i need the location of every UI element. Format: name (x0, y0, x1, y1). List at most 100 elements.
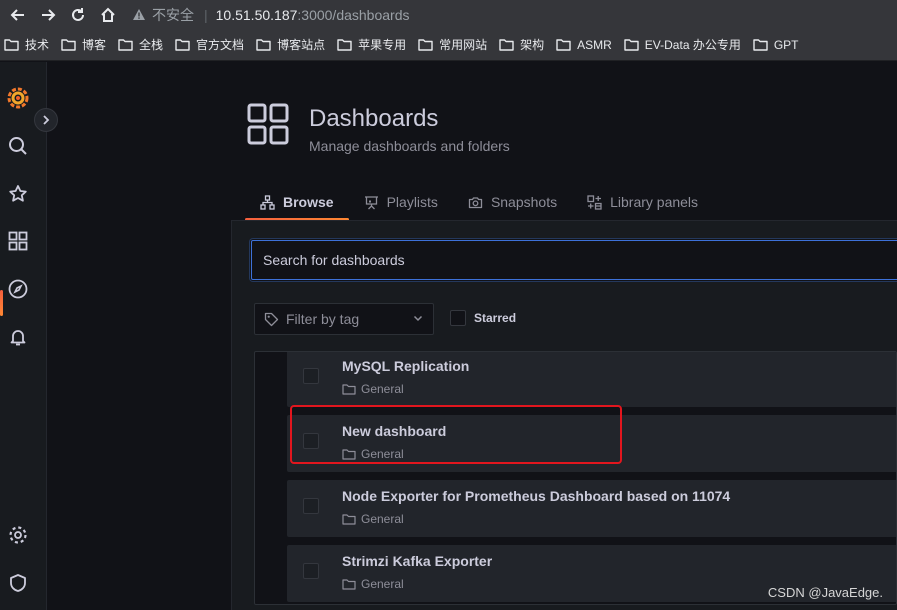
bookmark-item[interactable]: EV-Data 办公专用 (624, 36, 741, 53)
folder-icon (418, 39, 433, 51)
search-placeholder: Search for dashboards (263, 252, 405, 268)
bookmark-label: 博客站点 (277, 38, 326, 52)
row-checkbox[interactable] (303, 498, 319, 514)
camera-icon (468, 196, 483, 208)
search-icon[interactable] (6, 134, 30, 158)
starred-label: Starred (474, 311, 517, 325)
bookmark-label: 苹果专用 (358, 38, 407, 52)
folder-icon (337, 39, 352, 51)
bookmark-item[interactable]: 常用网站 (418, 36, 487, 53)
folder-icon (256, 39, 271, 51)
bookmarks-bar: 技术 博客 全栈 官方文档 博客站点 苹果专用 常用网站 架构 ASMR EV-Data 办公专用… (0, 29, 897, 61)
dashboard-title[interactable]: Strimzi Kafka Exporter (342, 553, 492, 569)
folder-icon (556, 39, 571, 51)
bookmark-item[interactable]: 博客站点 (256, 36, 325, 53)
main-content: Dashboards Manage dashboards and folders… (47, 62, 897, 610)
tab-bar: Browse Playlists Snapshots Library panel… (245, 184, 713, 221)
page-title: Dashboards (309, 105, 439, 132)
folder-label: General (361, 577, 404, 591)
browser-address-bar: 不安全 | 10.51.50.187:3000/dashboards (0, 0, 897, 29)
compass-icon[interactable] (6, 277, 30, 301)
dashboard-folder: General (342, 512, 404, 526)
chevron-right-icon (43, 115, 50, 125)
tab-label: Browse (283, 194, 334, 210)
url-host: 10.51.50.187 (215, 6, 298, 23)
bookmark-label: 技术 (25, 38, 50, 52)
bookmark-label: EV-Data 办公专用 (644, 38, 741, 52)
tab-label: Playlists (386, 194, 438, 210)
bookmark-item[interactable]: GPT (753, 38, 799, 52)
dashboard-title[interactable]: MySQL Replication (342, 358, 469, 374)
security-warning[interactable]: 不安全 (132, 5, 194, 25)
bookmark-item[interactable]: 博客 (61, 36, 106, 53)
grafana-sidemenu (0, 62, 47, 610)
tag-filter-placeholder: Filter by tag (286, 311, 360, 327)
bookmark-label: 博客 (82, 38, 107, 52)
grafana-logo-icon[interactable] (6, 86, 30, 110)
url-path: :3000/dashboards (297, 6, 410, 23)
gear-icon[interactable] (6, 523, 30, 547)
dashboard-folder: General (342, 577, 404, 591)
bookmark-label: 全栈 (139, 38, 164, 52)
bookmark-item[interactable]: 全栈 (118, 36, 163, 53)
starred-checkbox[interactable] (450, 310, 466, 326)
folder-label: General (361, 512, 404, 526)
row-checkbox[interactable] (303, 368, 319, 384)
shield-icon[interactable] (6, 571, 30, 595)
bookmark-item[interactable]: 架构 (499, 36, 544, 53)
folder-icon (175, 39, 190, 51)
dashboards-icon[interactable] (6, 229, 30, 253)
reload-icon[interactable] (66, 3, 90, 27)
sitemap-icon (260, 194, 275, 210)
watermark: CSDN @JavaEdge. (767, 585, 883, 600)
chevron-down-icon (413, 315, 423, 322)
bookmark-item[interactable]: ASMR (556, 38, 612, 52)
bookmark-label: GPT (773, 37, 799, 52)
folder-icon (342, 384, 356, 395)
tag-filter-select[interactable]: Filter by tag (254, 303, 434, 335)
bookmark-item[interactable]: 苹果专用 (337, 36, 406, 53)
bookmark-item[interactable]: 技术 (4, 36, 49, 53)
tab-label: Snapshots (490, 194, 558, 210)
tab-browse[interactable]: Browse (245, 184, 349, 221)
bell-icon[interactable] (6, 325, 30, 349)
search-dashboards-input[interactable]: Search for dashboards (251, 240, 897, 280)
home-icon[interactable] (96, 3, 120, 27)
bookmark-label: ASMR (577, 37, 612, 52)
url-divider: | (204, 6, 208, 23)
folder-icon (118, 39, 133, 51)
dashboard-folder: General (342, 382, 404, 396)
dashboard-row-mysql-replication[interactable]: MySQL Replication General (287, 352, 896, 407)
folder-icon (753, 39, 768, 51)
starred-filter[interactable]: Starred (450, 310, 516, 326)
url-field[interactable]: 不安全 | 10.51.50.187:3000/dashboards (132, 0, 409, 29)
forward-arrow-icon[interactable] (36, 3, 60, 27)
expand-menu-button[interactable] (34, 108, 58, 132)
active-indicator (0, 290, 3, 316)
tab-library-panels[interactable]: Library panels (572, 184, 713, 220)
bookmark-label: 官方文档 (196, 38, 245, 52)
page-subtitle: Manage dashboards and folders (309, 138, 510, 154)
row-checkbox[interactable] (303, 563, 319, 579)
tab-snapshots[interactable]: Snapshots (453, 184, 572, 220)
annotation-highlight-box (290, 405, 622, 464)
security-label: 不安全 (152, 6, 194, 23)
dashboard-row-node-exporter[interactable]: Node Exporter for Prometheus Dashboard b… (287, 480, 896, 537)
back-arrow-icon[interactable] (6, 3, 30, 27)
bookmark-label: 架构 (520, 38, 545, 52)
tab-playlists[interactable]: Playlists (349, 184, 453, 220)
tab-label: Library panels (610, 194, 699, 210)
folder-icon (342, 579, 356, 590)
folder-icon (499, 39, 514, 51)
tag-icon (264, 312, 279, 326)
dashboard-list: MySQL Replication General New dashboard … (254, 351, 897, 605)
bookmark-item[interactable]: 官方文档 (175, 36, 244, 53)
warning-icon (133, 9, 145, 20)
folder-icon (624, 39, 639, 51)
folder-label: General (361, 382, 404, 396)
presentation-icon (364, 195, 378, 209)
dashboards-header-icon (247, 103, 289, 145)
bookmark-label: 常用网站 (439, 38, 488, 52)
dashboard-title[interactable]: Node Exporter for Prometheus Dashboard b… (342, 488, 730, 504)
star-icon[interactable] (6, 182, 30, 206)
